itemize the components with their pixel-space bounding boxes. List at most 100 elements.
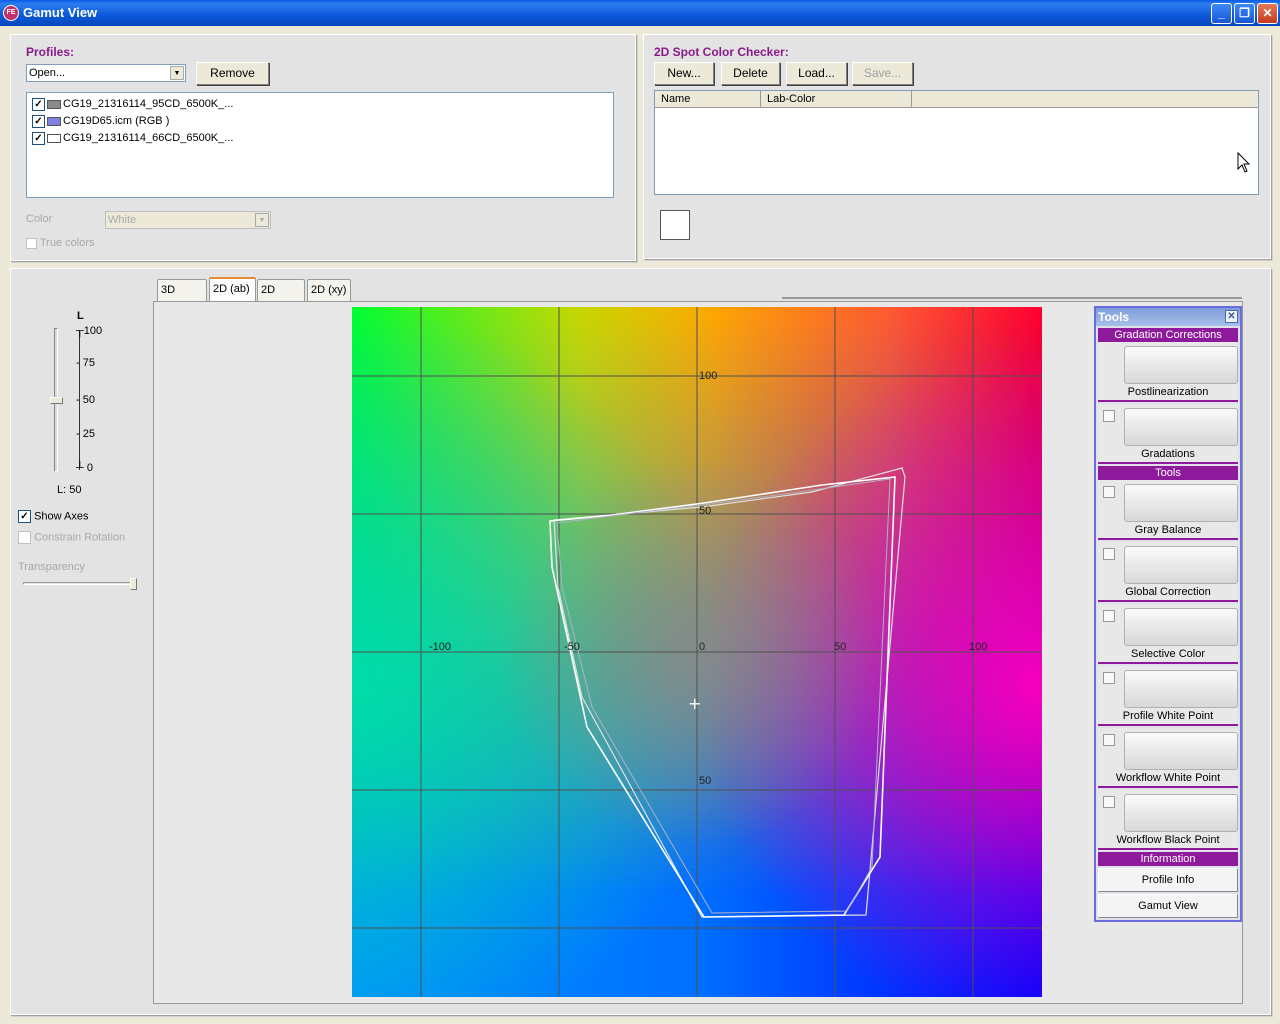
close-icon[interactable]: ✕ <box>1225 310 1238 323</box>
profile-name: CG19D65.icm (RGB ) <box>63 115 170 127</box>
spot-checker-label: 2D Spot Color Checker: <box>654 45 789 59</box>
lightness-slider-thumb[interactable] <box>50 397 63 404</box>
tool-workflow-white-point[interactable]: Workflow White Point <box>1098 728 1238 788</box>
tool-label: Gray Balance <box>1134 524 1202 536</box>
constrain-rotation-checkbox[interactable] <box>18 531 31 544</box>
chevron-down-icon[interactable]: ▼ <box>255 213 269 227</box>
swatch-icon <box>47 133 61 143</box>
section-gradation-corrections: Gradation Corrections <box>1098 328 1238 342</box>
tab-2d-uv[interactable]: 2D (u'v') <box>257 279 305 316</box>
open-combo-value: Open... <box>29 67 66 79</box>
column-lab-header[interactable]: Lab-Color <box>761 91 912 107</box>
close-button[interactable]: ✕ <box>1257 3 1278 24</box>
lightness-value: L: 50 <box>57 484 82 496</box>
true-colors-label: True colors <box>39 237 95 249</box>
constrain-rotation-option[interactable]: Constrain Rotation <box>18 531 125 544</box>
profiles-label: Profiles: <box>26 45 75 59</box>
save-button[interactable]: Save... <box>852 62 913 85</box>
mouse-cursor-icon <box>1237 152 1251 173</box>
true-colors-option[interactable]: True colors <box>26 237 94 249</box>
tool-label: Selective Color <box>1131 648 1205 660</box>
crosshair-icon: + <box>688 694 701 713</box>
x-tick-label: -50 <box>564 641 580 653</box>
profile-info-button[interactable]: Profile Info <box>1098 868 1238 892</box>
transparency-slider-thumb[interactable] <box>130 578 137 590</box>
postlinearization-icon <box>1124 346 1238 384</box>
new-button[interactable]: New... <box>654 62 714 85</box>
profiles-list: ✓ CG19_21316114_95CD_6500K_... ✓ CG19D65.i… <box>26 92 614 198</box>
selective-color-icon <box>1124 608 1238 646</box>
tool-profile-white-point[interactable]: Profile White Point <box>1098 666 1238 726</box>
column-name-header[interactable]: Name <box>655 91 761 107</box>
x-tick-label: 100 <box>969 641 987 653</box>
tool-label: Gradations <box>1141 448 1195 460</box>
tool-global-correction[interactable]: Global Correction <box>1098 542 1238 602</box>
list-item[interactable]: ✓ CG19D65.icm (RGB ) <box>32 113 169 129</box>
app-icon: FE <box>3 5 19 21</box>
show-axes-checkbox[interactable]: ✓ <box>18 510 31 523</box>
gradations-icon <box>1124 408 1238 446</box>
lightness-tick: ┴ 0 <box>76 462 93 474</box>
section-tools: Tools <box>1098 466 1238 480</box>
tool-label: Workflow White Point <box>1115 772 1221 784</box>
y-tick-label: 100 <box>699 370 717 382</box>
selective-color-checkbox[interactable] <box>1103 610 1115 622</box>
tab-2d-xy[interactable]: 2D (xy) <box>307 279 351 301</box>
gray-balance-checkbox[interactable] <box>1103 486 1115 498</box>
gamut-view-button[interactable]: Gamut View <box>1098 894 1238 918</box>
swatch-icon <box>47 99 61 109</box>
tool-gray-balance[interactable]: Gray Balance <box>1098 480 1238 540</box>
tab-3d-lab[interactable]: 3D (Lab) <box>157 279 207 316</box>
tab-2d-ab[interactable]: 2D (ab) <box>209 277 256 302</box>
true-colors-checkbox[interactable] <box>26 237 37 249</box>
lightness-tick: - 75 <box>76 357 95 369</box>
workflow-white-point-checkbox[interactable] <box>1103 734 1115 746</box>
lightness-tick: ┬100 <box>76 325 103 337</box>
workflow-black-point-icon <box>1124 794 1238 832</box>
gamut-plot[interactable]: + -100 -50 0 50 100 100 50 50 <box>352 307 1042 997</box>
tools-palette: Tools ✕ Gradation Corrections Postlinear… <box>1094 306 1242 922</box>
color-combo[interactable]: White ▼ <box>105 211 271 229</box>
section-information: Information <box>1098 852 1238 866</box>
gradations-checkbox[interactable] <box>1103 410 1115 422</box>
list-item[interactable]: ✓ CG19_21316114_95CD_6500K_... <box>32 96 233 112</box>
transparency-slider-track[interactable] <box>23 582 135 585</box>
workflow-black-point-checkbox[interactable] <box>1103 796 1115 808</box>
color-label: Color <box>26 213 53 225</box>
delete-button[interactable]: Delete <box>721 62 780 85</box>
lightness-tick: - 50 <box>76 394 95 406</box>
profile-white-point-icon <box>1124 670 1238 708</box>
tool-label: Postlinearization <box>1127 386 1209 398</box>
profile-name: CG19_21316114_66CD_6500K_... <box>63 132 234 144</box>
open-profile-combo[interactable]: Open... ▼ <box>26 64 186 82</box>
chevron-down-icon[interactable]: ▼ <box>170 66 184 80</box>
x-tick-label: 0 <box>699 641 705 653</box>
global-correction-icon <box>1124 546 1238 584</box>
profile-checkbox[interactable]: ✓ <box>32 97 45 111</box>
transparency-label: Transparency <box>18 561 85 573</box>
y-tick-label: 50 <box>699 775 711 787</box>
tool-selective-color[interactable]: Selective Color <box>1098 604 1238 664</box>
remove-button[interactable]: Remove <box>196 62 269 85</box>
global-correction-checkbox[interactable] <box>1103 548 1115 560</box>
profile-checkbox[interactable]: ✓ <box>32 114 45 128</box>
lightness-label: L <box>77 310 84 322</box>
list-item[interactable]: ✓ CG19_21316114_66CD_6500K_... <box>32 130 233 146</box>
color-combo-value: White <box>108 214 137 226</box>
load-button[interactable]: Load... <box>786 62 847 85</box>
title-bar: FE Gamut View _ ❐ ✕ <box>0 0 1280 26</box>
y-tick-label: 50 <box>699 505 711 517</box>
show-axes-option[interactable]: ✓ Show Axes <box>18 510 88 523</box>
maximize-button[interactable]: ❐ <box>1234 3 1255 24</box>
profile-checkbox[interactable]: ✓ <box>32 131 45 145</box>
tool-workflow-black-point[interactable]: Workflow Black Point <box>1098 790 1238 850</box>
gray-balance-icon <box>1124 484 1238 522</box>
profile-white-point-checkbox[interactable] <box>1103 672 1115 684</box>
workflow-white-point-icon <box>1124 732 1238 770</box>
tool-postlinearization[interactable]: Postlinearization <box>1098 342 1238 402</box>
tool-gradations[interactable]: Gradations <box>1098 404 1238 464</box>
divider <box>782 297 1242 299</box>
table-header: Name Lab-Color <box>655 91 1258 108</box>
minimize-button[interactable]: _ <box>1211 3 1232 24</box>
x-tick-label: 50 <box>834 641 846 653</box>
